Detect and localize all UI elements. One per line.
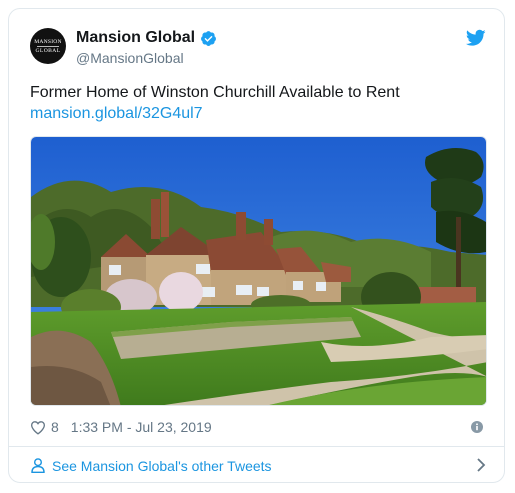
like-count[interactable]: 8 [51, 419, 59, 435]
see-more-label: See Mansion Global's other Tweets [52, 458, 272, 474]
country-house-photo [31, 137, 486, 405]
tweet-timestamp[interactable]: 1:33 PM - Jul 23, 2019 [71, 419, 212, 435]
person-icon [31, 458, 45, 473]
tweet-card[interactable]: MANSION GLOBAL Mansion Global @MansionGl… [8, 8, 505, 483]
avatar-text-line2: GLOBAL [35, 47, 61, 54]
chevron-right-icon [477, 458, 486, 472]
author-name-row[interactable]: Mansion Global [76, 29, 217, 47]
avatar[interactable]: MANSION GLOBAL [30, 28, 66, 64]
avatar-text-line1: MANSION [34, 38, 62, 45]
heart-icon[interactable] [30, 420, 46, 435]
see-more-tweets-link[interactable]: See Mansion Global's other Tweets [9, 447, 504, 483]
verified-badge-icon [201, 30, 217, 46]
tweet-meta: 8 1:33 PM - Jul 23, 2019 [30, 419, 212, 435]
tweet-text: Former Home of Winston Churchill Availab… [30, 84, 400, 101]
author-display-name[interactable]: Mansion Global [76, 29, 195, 47]
tweet-photo[interactable] [30, 136, 487, 406]
avatar-divider [37, 45, 59, 47]
twitter-bird-icon[interactable] [466, 29, 486, 47]
info-icon[interactable] [471, 421, 483, 433]
author-handle[interactable]: @MansionGlobal [76, 50, 184, 66]
tweet-link[interactable]: mansion.global/32G4ul7 [30, 105, 203, 123]
